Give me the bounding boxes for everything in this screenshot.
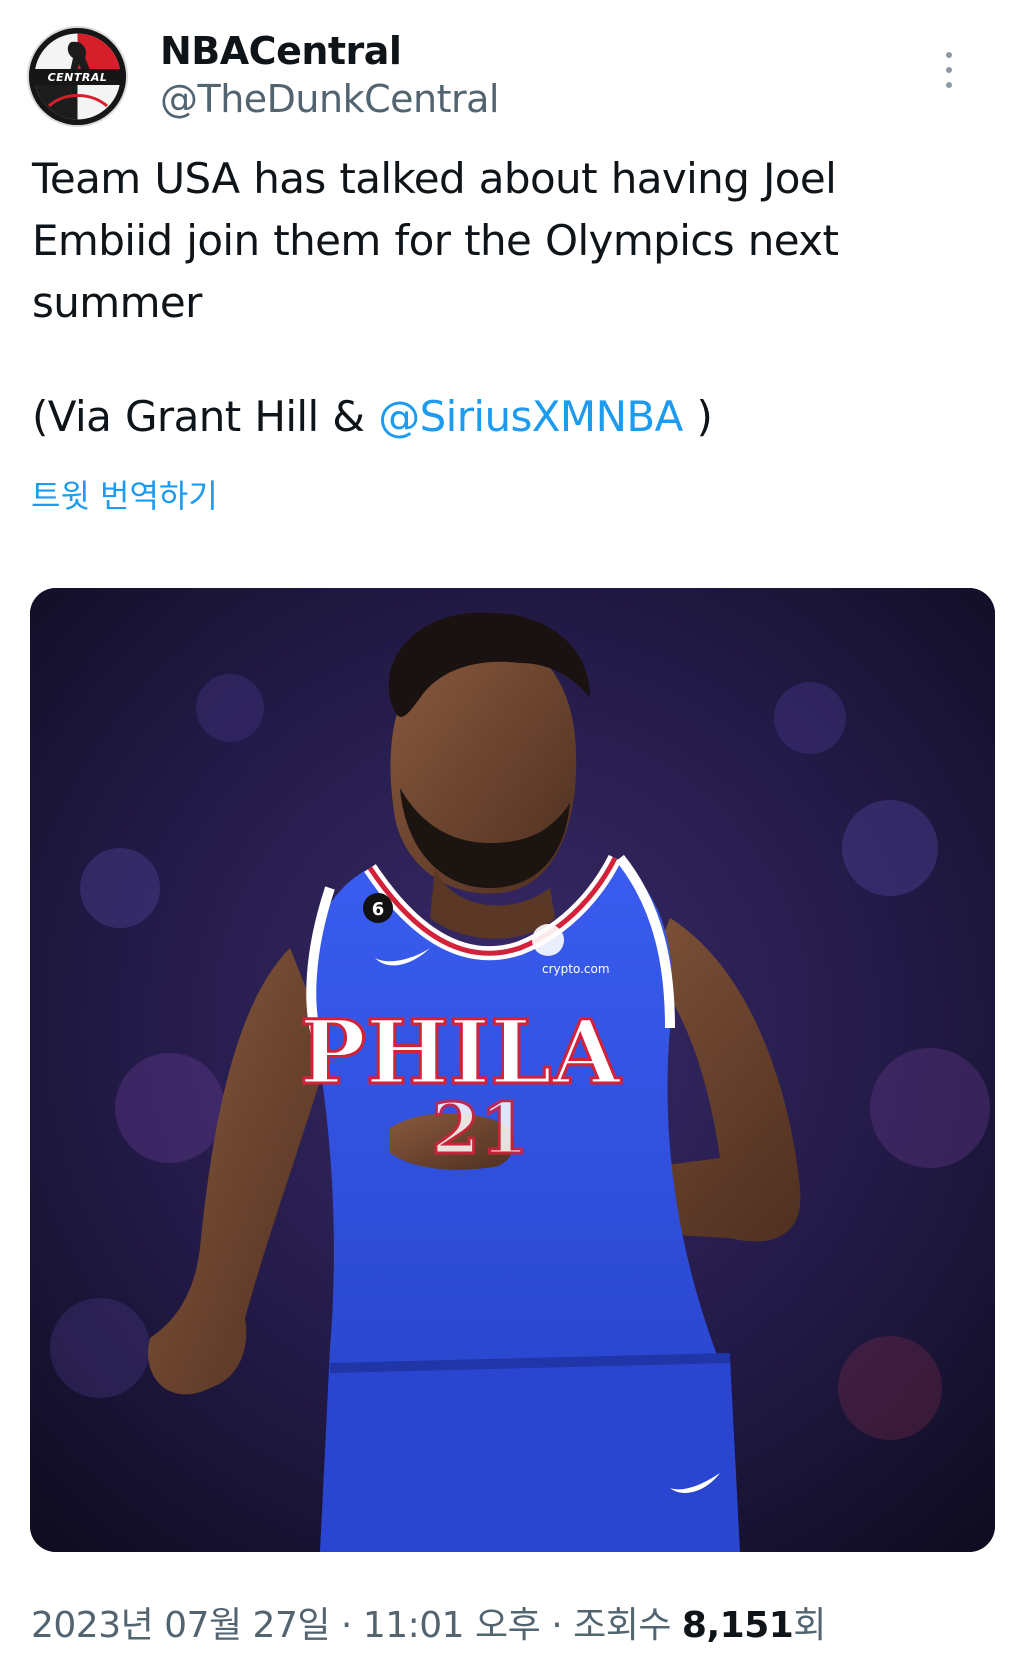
basketball-player-logo-icon: CENTRAL (29, 28, 126, 125)
tweet-time[interactable]: 11:01 오후 (363, 1605, 541, 1646)
tweet-text-via: (Via Grant Hill & @SiriusXMNBA ) (32, 386, 952, 448)
author-handle[interactable]: @TheDunkCentral (160, 76, 499, 122)
jersey-number: 21 (431, 1087, 528, 1170)
sponsor-text: crypto.com (542, 962, 610, 976)
tweet-card: CENTRAL NBACentral @TheDunkCentral Team … (0, 0, 1024, 1675)
avatar[interactable]: CENTRAL (29, 28, 126, 125)
meta-separator: · (540, 1605, 574, 1646)
more-vertical-icon-dot (946, 82, 952, 88)
more-vertical-icon-dot (946, 67, 952, 73)
views-label: 조회수 (573, 1605, 682, 1646)
views-count: 8,151 (681, 1605, 794, 1646)
views-suffix: 회 (793, 1605, 826, 1646)
more-options-button[interactable] (934, 50, 964, 90)
tweet-photo[interactable]: PHILA 21 crypto.com 6 (30, 588, 995, 1552)
translate-tweet-link[interactable]: 트윗 번역하기 (31, 476, 218, 516)
tweet-date[interactable]: 2023년 07월 27일 (31, 1605, 330, 1646)
meta-separator: · (329, 1605, 363, 1646)
tweet-text-main: Team USA has talked about having Joel Em… (32, 154, 839, 327)
svg-text:CENTRAL: CENTRAL (48, 71, 108, 84)
author-display-name[interactable]: NBACentral (160, 28, 499, 74)
patch-number: 6 (372, 899, 385, 920)
tweet-text: Team USA has talked about having Joel Em… (32, 148, 952, 448)
player-photo: PHILA 21 crypto.com 6 (30, 588, 995, 1552)
more-vertical-icon (946, 52, 952, 58)
via-suffix: ) (682, 392, 713, 441)
author-block: NBACentral @TheDunkCentral (160, 28, 499, 122)
via-prefix: (Via Grant Hill & (32, 392, 379, 441)
tweet-meta: 2023년 07월 27일 · 11:01 오후 · 조회수 8,151회 (31, 1603, 826, 1649)
mention-link[interactable]: @SiriusXMNBA (378, 392, 683, 441)
